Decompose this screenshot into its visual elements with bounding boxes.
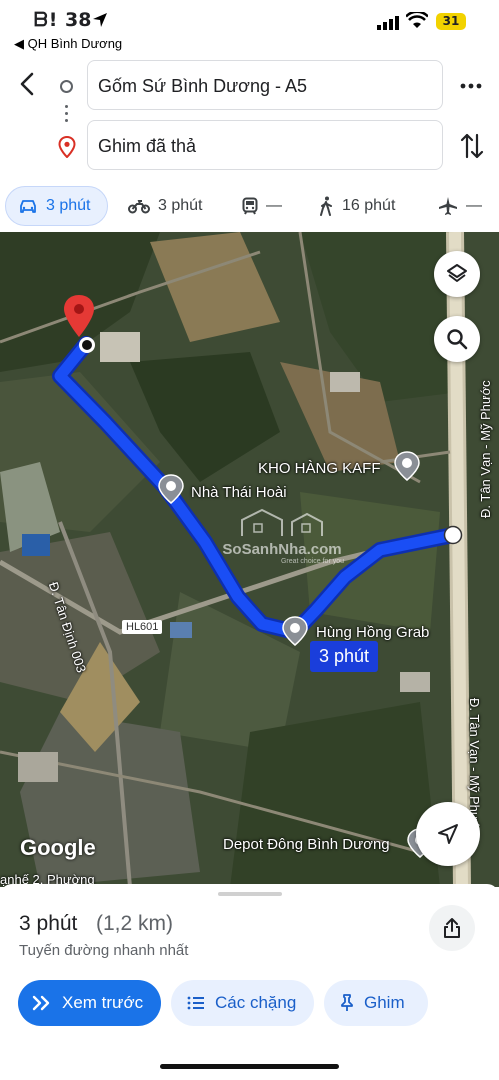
watermark-text: SoSanhNha.com	[222, 541, 342, 558]
navigation-arrow-icon	[438, 824, 458, 844]
road-badge-hl601: HL601	[122, 620, 163, 634]
map-label-kho-hang[interactable]: KHO HÀNG KAFF	[258, 460, 381, 477]
origin-field[interactable]: Gốm Sứ Bình Dương - A5	[87, 60, 443, 110]
tab-walk[interactable]: 16 phút	[318, 186, 395, 226]
layers-button[interactable]	[434, 251, 480, 297]
search-icon	[447, 329, 468, 350]
pin-button-label: Ghim	[364, 993, 405, 1012]
road-label-tan-van-top: Đ. Tân Vạn - Mỹ Phước	[478, 380, 493, 518]
watermark-logo: SoSanhNha.com Great choice for you	[212, 508, 352, 568]
map-label-hung-hong[interactable]: Hùng Hồng Grab	[316, 624, 429, 641]
place-marker-icon[interactable]	[282, 616, 308, 646]
search-button[interactable]	[434, 316, 480, 362]
watermark-subtext: Great choice for you	[280, 558, 344, 565]
sheet-drag-handle[interactable]	[218, 892, 282, 896]
origin-dot-icon	[60, 80, 73, 93]
route-summary-sheet: 3 phút (1,2 km) Tuyến đường nhanh nhất X…	[0, 884, 499, 1080]
flight-icon	[439, 197, 457, 215]
walk-icon	[320, 196, 332, 216]
battery-indicator: 31	[436, 13, 466, 30]
tab-transit-label: —	[266, 197, 282, 214]
tab-motorbike-label: 3 phút	[158, 197, 203, 214]
steps-button[interactable]: Các chặng	[171, 980, 314, 1026]
pin-icon	[341, 994, 353, 1011]
more-dots-icon[interactable]	[458, 73, 484, 99]
preview-button-label: Xem trước	[62, 993, 144, 1012]
tab-walk-label: 16 phút	[342, 197, 396, 214]
motorbike-icon	[128, 200, 150, 214]
signal-icon	[377, 16, 399, 30]
back-to-app-link[interactable]: ◀ QH Bình Dương	[14, 36, 122, 52]
swap-icon[interactable]	[459, 131, 485, 161]
double-chevron-icon	[32, 995, 50, 1011]
place-marker-icon[interactable]	[158, 474, 184, 504]
transit-icon	[242, 197, 258, 215]
back-arrow-icon[interactable]	[14, 70, 42, 98]
tab-flight[interactable]: —	[438, 186, 482, 226]
destination-pin-icon	[58, 136, 76, 158]
steps-button-label: Các chặng	[215, 993, 297, 1012]
route-connector-dots	[65, 105, 68, 126]
layers-icon	[447, 264, 467, 282]
route-end-marker	[443, 525, 463, 545]
route-duration: 3 phút	[19, 912, 78, 935]
tab-transit[interactable]: —	[242, 186, 282, 226]
route-distance: (1,2 km)	[96, 912, 174, 935]
status-time: ᗷ! 38	[34, 9, 92, 31]
tab-car[interactable]: 3 phút	[5, 186, 108, 226]
route-time-badge[interactable]: 3 phút	[310, 641, 379, 672]
destination-pin-icon[interactable]	[62, 294, 96, 338]
place-marker-icon[interactable]	[394, 451, 420, 481]
pin-button[interactable]: Ghim	[324, 980, 428, 1026]
share-button[interactable]	[429, 905, 475, 951]
google-logo: Google	[20, 835, 96, 860]
map-view[interactable]: KHO HÀNG KAFF Nhà Thái Hoài Hùng Hồng Gr…	[0, 232, 499, 887]
route-start-marker	[79, 337, 95, 353]
map-label-nha-thai-hoai[interactable]: Nhà Thái Hoài	[191, 484, 287, 501]
map-label-depot[interactable]: Depot Đông Bình Dương	[223, 836, 390, 853]
destination-field[interactable]: Ghim đã thả	[87, 120, 443, 170]
tab-flight-label: —	[466, 197, 482, 214]
car-icon	[20, 200, 36, 213]
home-indicator	[160, 1064, 339, 1069]
travel-mode-tabs: 3 phút 3 phút — 16 phút —	[0, 186, 499, 228]
location-arrow-icon	[93, 13, 107, 27]
navigate-button[interactable]	[416, 802, 480, 866]
status-bar: ᗷ! 38 31	[0, 0, 499, 36]
wifi-icon	[406, 12, 428, 28]
list-icon	[187, 996, 204, 1010]
tab-motorbike[interactable]: 3 phút	[128, 186, 202, 226]
tab-car-label: 3 phút	[46, 197, 91, 214]
route-description: Tuyến đường nhanh nhất	[19, 942, 189, 959]
share-icon	[444, 918, 460, 938]
preview-button[interactable]: Xem trước	[18, 980, 161, 1026]
